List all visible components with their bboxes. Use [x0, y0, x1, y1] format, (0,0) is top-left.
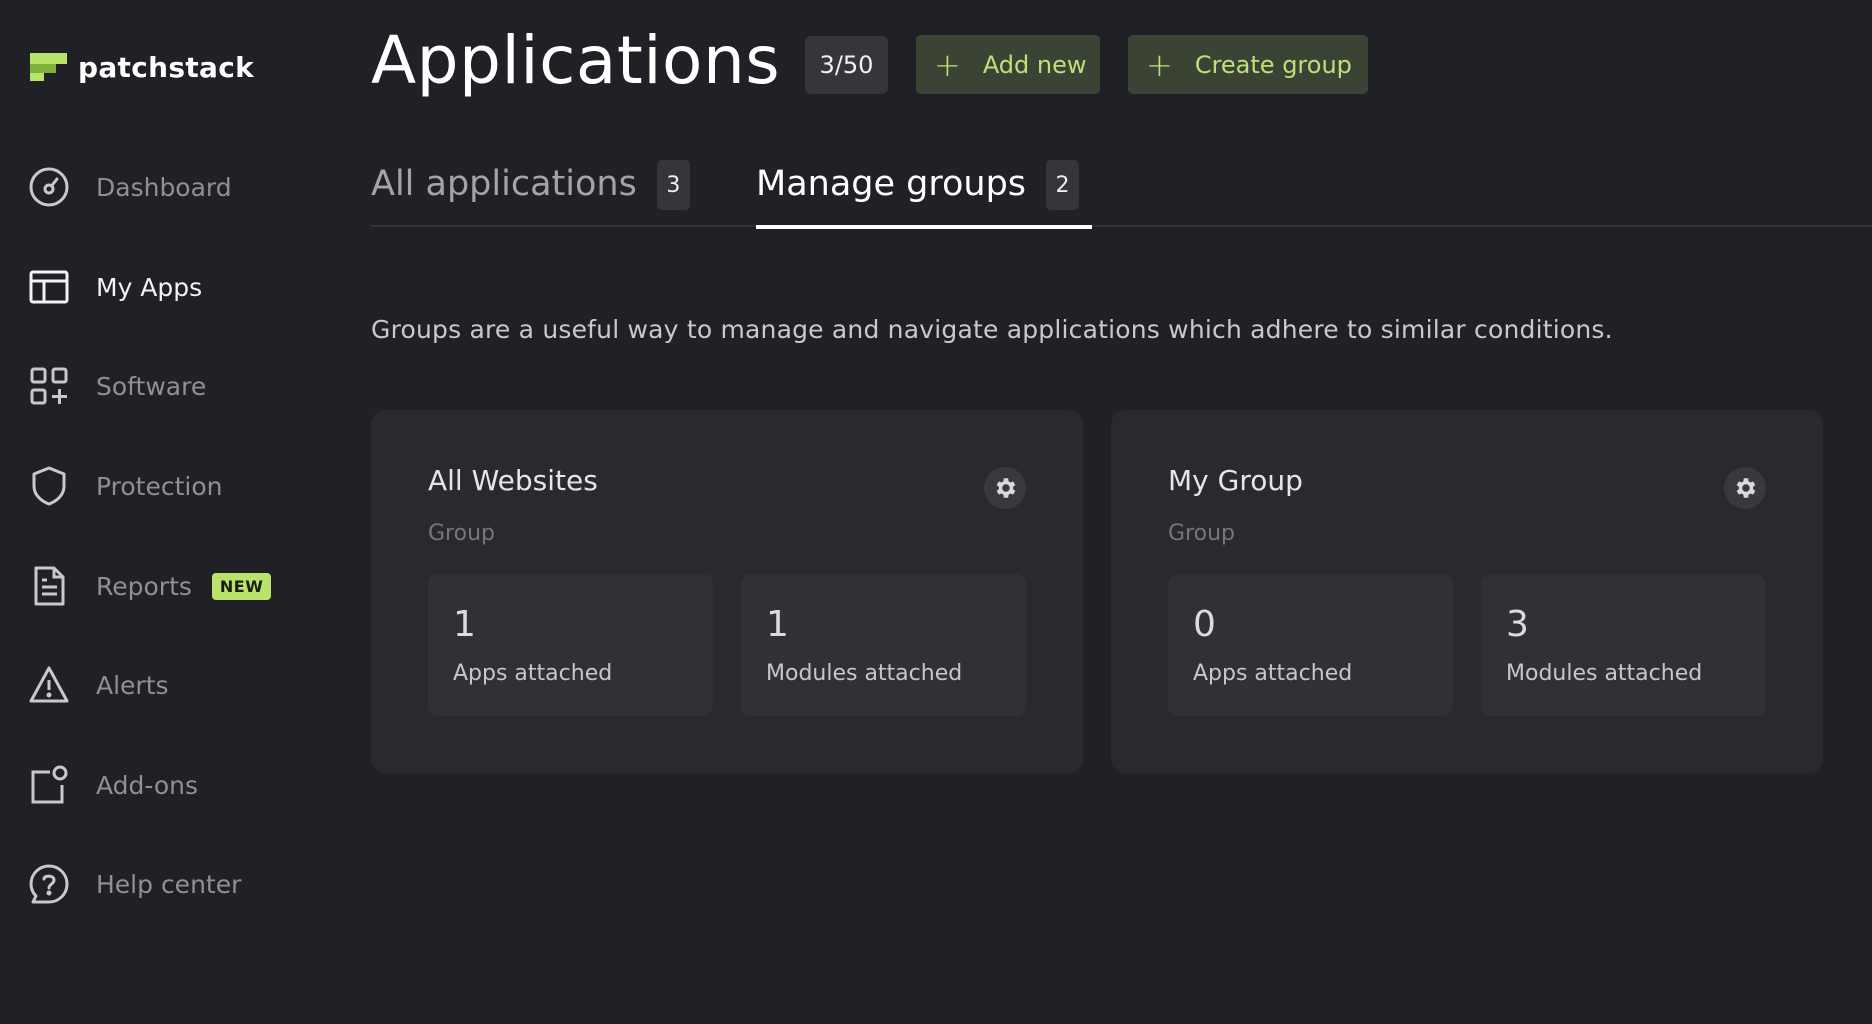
sidebar-item-label: My Apps — [96, 272, 203, 302]
sidebar-item-my-apps[interactable]: My Apps — [28, 262, 318, 312]
plus-icon: + — [934, 45, 961, 84]
group-card-my-group[interactable]: My Group Group 0 Apps attached 3 Modules… — [1111, 410, 1823, 773]
tab-label: Manage groups — [756, 164, 1027, 204]
apps-attached-label: Apps attached — [1193, 661, 1353, 686]
group-name: All Websites — [428, 464, 598, 497]
document-icon — [28, 565, 70, 607]
apps-attached-count: 0 — [1193, 604, 1216, 645]
group-settings-button[interactable] — [984, 467, 1026, 509]
apps-attached-stat: 0 Apps attached — [1168, 574, 1453, 716]
sidebar-item-reports[interactable]: Reports NEW — [28, 561, 318, 611]
create-group-button[interactable]: + Create group — [1128, 35, 1368, 94]
warning-icon — [28, 664, 70, 706]
create-group-label: Create group — [1194, 50, 1352, 79]
modules-attached-stat: 3 Modules attached — [1481, 574, 1766, 716]
modules-attached-label: Modules attached — [1506, 661, 1703, 686]
tab-all-applications[interactable]: All applications 3 — [371, 160, 690, 227]
sidebar-item-label: Protection — [96, 471, 223, 501]
group-card-all-websites[interactable]: All Websites Group 1 Apps attached 1 Mod… — [371, 410, 1083, 773]
apps-attached-label: Apps attached — [453, 661, 613, 686]
sidebar-item-add-ons[interactable]: Add-ons — [28, 760, 318, 810]
new-badge: NEW — [211, 572, 272, 600]
modules-attached-count: 3 — [1506, 604, 1529, 645]
sidebar-item-label: Alerts — [96, 670, 169, 700]
sidebar: patchstack Dashboard My Apps Software Pr — [0, 0, 330, 1024]
tab-label: All applications — [371, 164, 637, 204]
sidebar-item-software[interactable]: Software — [28, 361, 318, 411]
gear-icon — [1736, 478, 1756, 498]
sidebar-item-dashboard[interactable]: Dashboard — [28, 162, 318, 212]
sidebar-item-label: Add-ons — [96, 770, 199, 800]
patchstack-logo-icon — [30, 53, 67, 81]
tab-count-badge: 3 — [656, 160, 690, 210]
gear-icon — [996, 478, 1016, 498]
plus-icon: + — [1146, 45, 1173, 84]
apps-attached-count: 1 — [453, 604, 476, 645]
sidebar-item-label: Software — [96, 371, 207, 401]
sidebar-item-label: Dashboard — [96, 172, 232, 202]
app-root: patchstack Dashboard My Apps Software Pr — [0, 0, 1872, 1024]
help-icon — [28, 863, 70, 905]
tab-count-badge: 2 — [1046, 160, 1080, 210]
logo[interactable]: patchstack — [30, 50, 254, 84]
modules-attached-count: 1 — [766, 604, 789, 645]
sidebar-item-label: Help center — [96, 869, 242, 899]
grid-plus-icon — [28, 365, 70, 407]
add-new-button[interactable]: + Add new — [916, 35, 1100, 94]
groups-description: Groups are a useful way to manage and na… — [371, 315, 1613, 344]
sidebar-item-help-center[interactable]: Help center — [28, 859, 318, 909]
sidebar-item-alerts[interactable]: Alerts — [28, 660, 318, 710]
group-name: My Group — [1168, 464, 1303, 497]
shield-icon — [28, 465, 70, 507]
layout-icon — [28, 266, 70, 308]
page-title: Applications — [371, 22, 781, 99]
group-type: Group — [1168, 521, 1235, 546]
gauge-icon — [28, 166, 70, 208]
tab-bar: All applications 3 Manage groups 2 — [371, 160, 1872, 229]
group-type: Group — [428, 521, 495, 546]
apps-attached-stat: 1 Apps attached — [428, 574, 713, 716]
addon-icon — [28, 764, 70, 806]
logo-text: patchstack — [78, 50, 255, 84]
group-settings-button[interactable] — [1724, 467, 1766, 509]
app-count-chip: 3/50 — [805, 36, 888, 94]
tab-manage-groups[interactable]: Manage groups 2 — [756, 160, 1092, 229]
add-new-label: Add new — [982, 50, 1087, 79]
modules-attached-stat: 1 Modules attached — [741, 574, 1026, 716]
active-tab-indicator — [756, 225, 1092, 229]
sidebar-item-label: Reports — [96, 571, 192, 601]
modules-attached-label: Modules attached — [766, 661, 963, 686]
sidebar-item-protection[interactable]: Protection — [28, 461, 318, 511]
